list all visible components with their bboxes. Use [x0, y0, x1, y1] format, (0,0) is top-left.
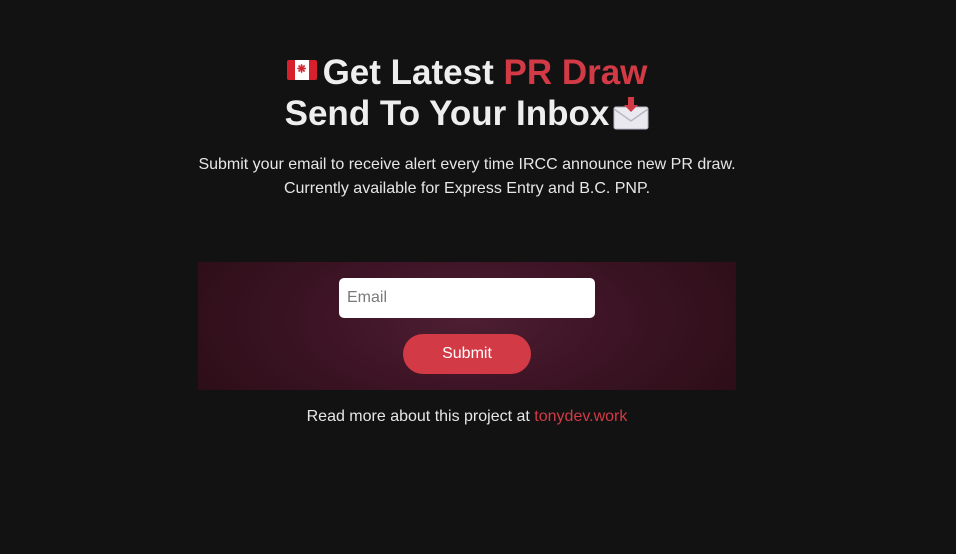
hero-section: ❋ Get Latest PR Draw Send To Your Inbox S…: [0, 52, 934, 201]
page-title: ❋ Get Latest PR Draw Send To Your Inbox: [0, 52, 934, 134]
description-line-2: Currently available for Express Entry an…: [283, 180, 651, 197]
page-description: Submit your email to receive alert every…: [0, 153, 934, 201]
title-accent: PR Draw: [503, 53, 648, 92]
description-line-1: Submit your email to receive alert every…: [198, 156, 736, 173]
footer-text: Read more about this project at: [306, 408, 535, 425]
title-prefix: Get Latest: [322, 53, 504, 92]
incoming-envelope-icon: [613, 97, 649, 131]
subscribe-form-panel: Submit: [198, 262, 736, 390]
submit-button[interactable]: Submit: [403, 334, 531, 374]
email-input[interactable]: [339, 278, 595, 318]
footer-note: Read more about this project at tonydev.…: [0, 408, 934, 426]
canada-flag-icon: ❋: [286, 60, 317, 80]
title-line-2: Send To Your Inbox: [284, 94, 610, 133]
page: ❋ Get Latest PR Draw Send To Your Inbox S…: [0, 0, 956, 554]
project-link[interactable]: tonydev.work: [534, 408, 627, 425]
